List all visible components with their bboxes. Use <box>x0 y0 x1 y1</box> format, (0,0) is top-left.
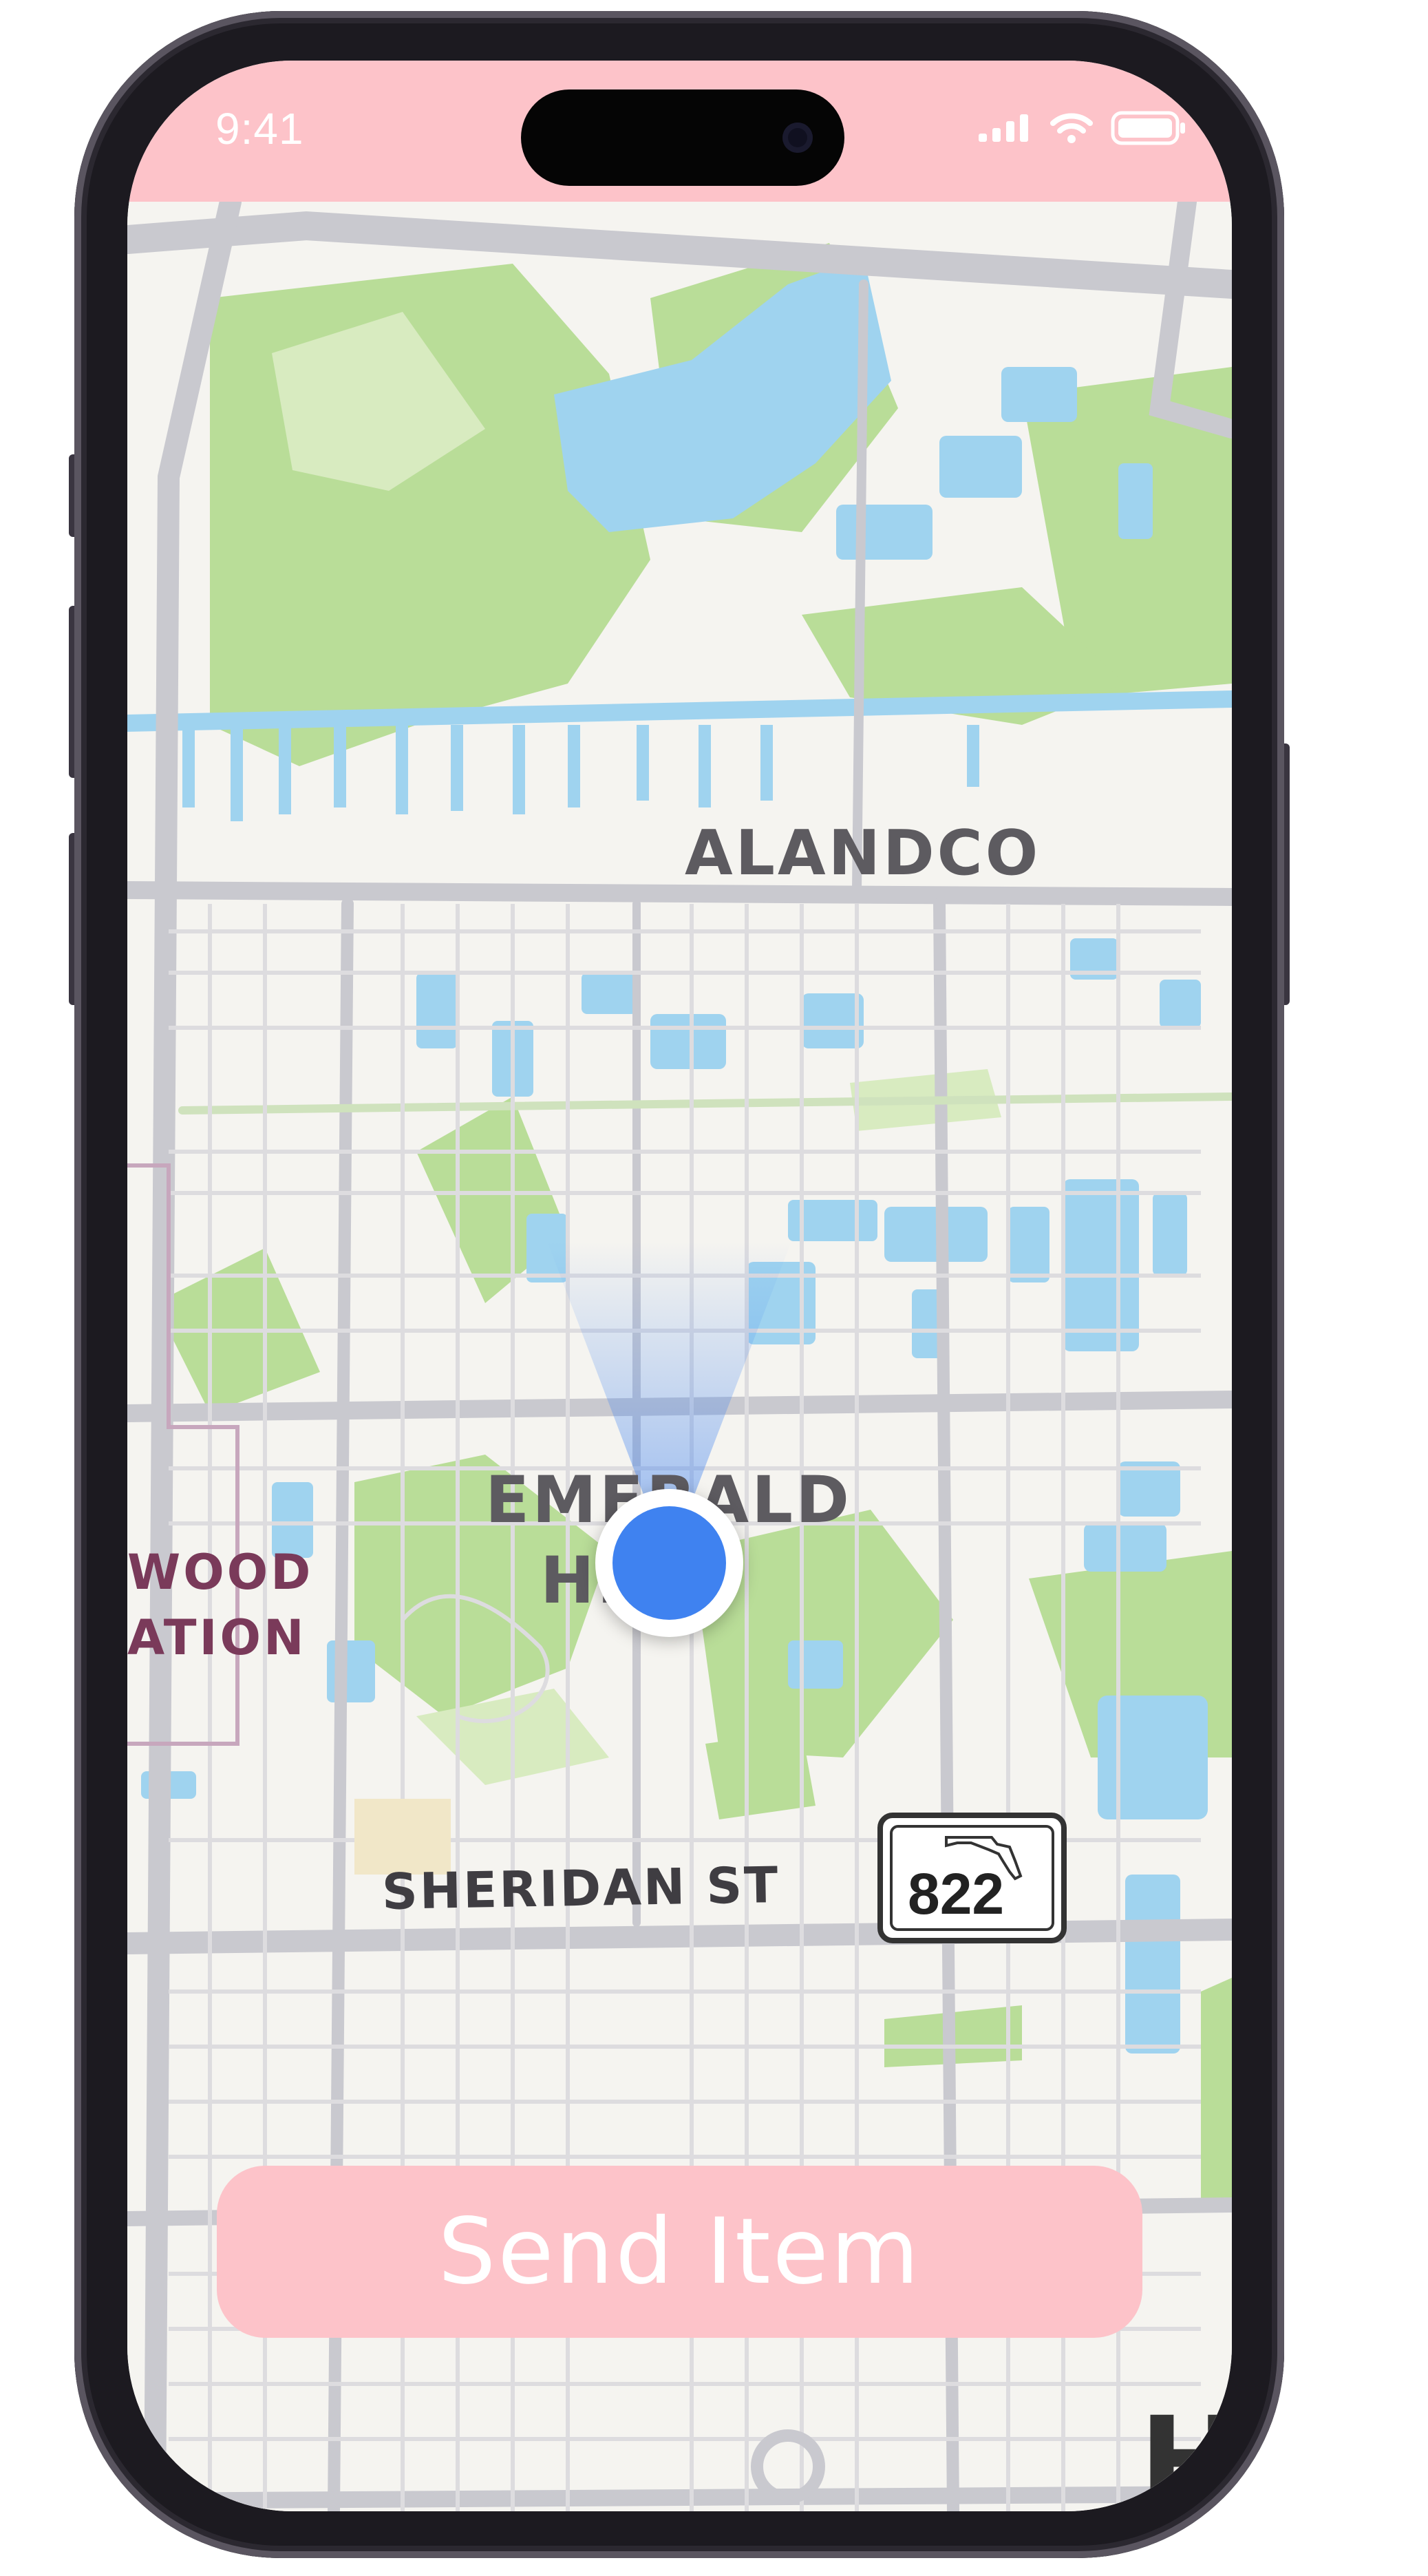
map-label-wood-partial: WOOD <box>127 1544 314 1601</box>
street-label-sheridan: SHERIDAN ST <box>381 1855 780 1921</box>
send-item-button[interactable]: Send Item <box>217 2166 1142 2338</box>
status-bar: 9:41 <box>127 61 1232 202</box>
route-shield: 822 <box>877 1813 1067 1943</box>
camera-icon <box>782 123 813 153</box>
dynamic-island <box>521 89 844 186</box>
battery-icon <box>1111 111 1185 145</box>
status-icons <box>977 107 1186 149</box>
map-label-corner-letter: H <box>1139 2391 1232 2511</box>
map-label-alandco: ALANDCO <box>685 817 1041 889</box>
wifi-icon <box>1050 113 1093 143</box>
signal-icon <box>979 114 1028 142</box>
map-label-ation-partial: ATION <box>127 1609 307 1666</box>
route-number: 822 <box>908 1861 1005 1926</box>
status-time: 9:41 <box>215 104 304 154</box>
heading-beam <box>547 1241 791 1561</box>
map-view[interactable]: ALANDCO EMERALD HI WOOD ATION SHERIDAN S… <box>127 202 1232 2511</box>
user-location-dot[interactable] <box>612 1506 726 1620</box>
phone-screen: ALANDCO EMERALD HI WOOD ATION SHERIDAN S… <box>127 61 1232 2511</box>
